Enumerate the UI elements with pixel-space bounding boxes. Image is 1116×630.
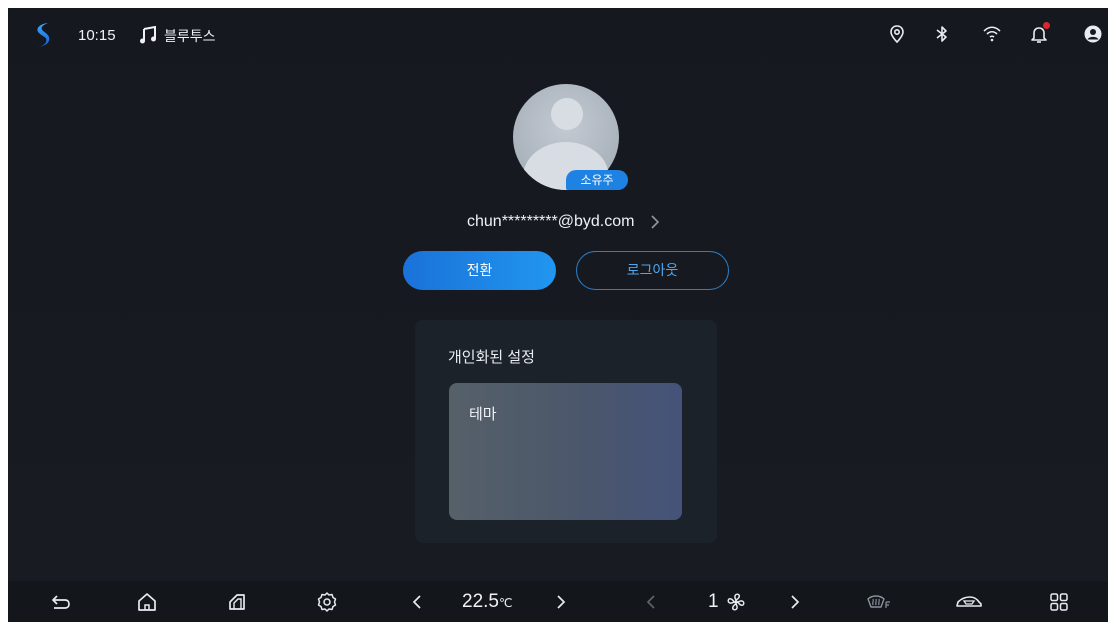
personalized-settings-card: 개인화된 설정 테마 [415,320,717,543]
front-defrost-icon[interactable] [866,591,892,613]
fan-increase-icon[interactable] [784,591,806,613]
bluetooth-icon[interactable] [932,24,952,44]
status-bar: 10:15 블루투스 [8,8,1108,60]
theme-label: 테마 [469,406,497,423]
bottom-control-bar: 22.5℃ 1 [8,581,1108,622]
app-logo-icon[interactable] [34,22,52,48]
user-account-icon[interactable] [1083,24,1103,44]
clock-time: 10:15 [78,27,116,44]
music-note-icon [140,26,156,44]
car-icon[interactable] [955,591,983,613]
theme-tile[interactable]: 테마 [449,383,682,520]
temperature-display: 22.5℃ [462,591,512,613]
bluetooth-media-label: 블루투스 [164,28,216,44]
back-icon[interactable] [50,591,72,613]
fan-speed-value: 1 [708,591,719,612]
home-icon[interactable] [136,591,158,613]
temperature-increase-icon[interactable] [550,591,572,613]
fan-decrease-icon[interactable] [640,591,662,613]
owner-badge: 소유주 [566,170,628,190]
settings-title: 개인화된 설정 [448,349,535,366]
temperature-decrease-icon[interactable] [406,591,428,613]
window-icon[interactable] [226,591,248,613]
account-email: chun*********@byd.com [467,213,635,230]
temperature-value: 22.5 [462,591,499,612]
location-icon[interactable] [887,24,907,44]
temperature-unit: ℃ [498,596,513,610]
avatar-head-shape [551,98,583,130]
logout-button[interactable]: 로그아웃 [576,251,729,290]
fan-icon [727,593,745,611]
wifi-icon[interactable] [982,24,1002,44]
notification-dot [1043,22,1050,29]
settings-gear-icon[interactable] [316,591,338,613]
chevron-right-icon [651,215,660,229]
app-screen: 10:15 블루투스 소유주 chun*********@byd.com 전환 … [8,8,1108,622]
apps-grid-icon[interactable] [1048,591,1070,613]
switch-account-button[interactable]: 전환 [403,251,556,290]
account-email-row[interactable]: chun*********@byd.com [467,211,660,233]
